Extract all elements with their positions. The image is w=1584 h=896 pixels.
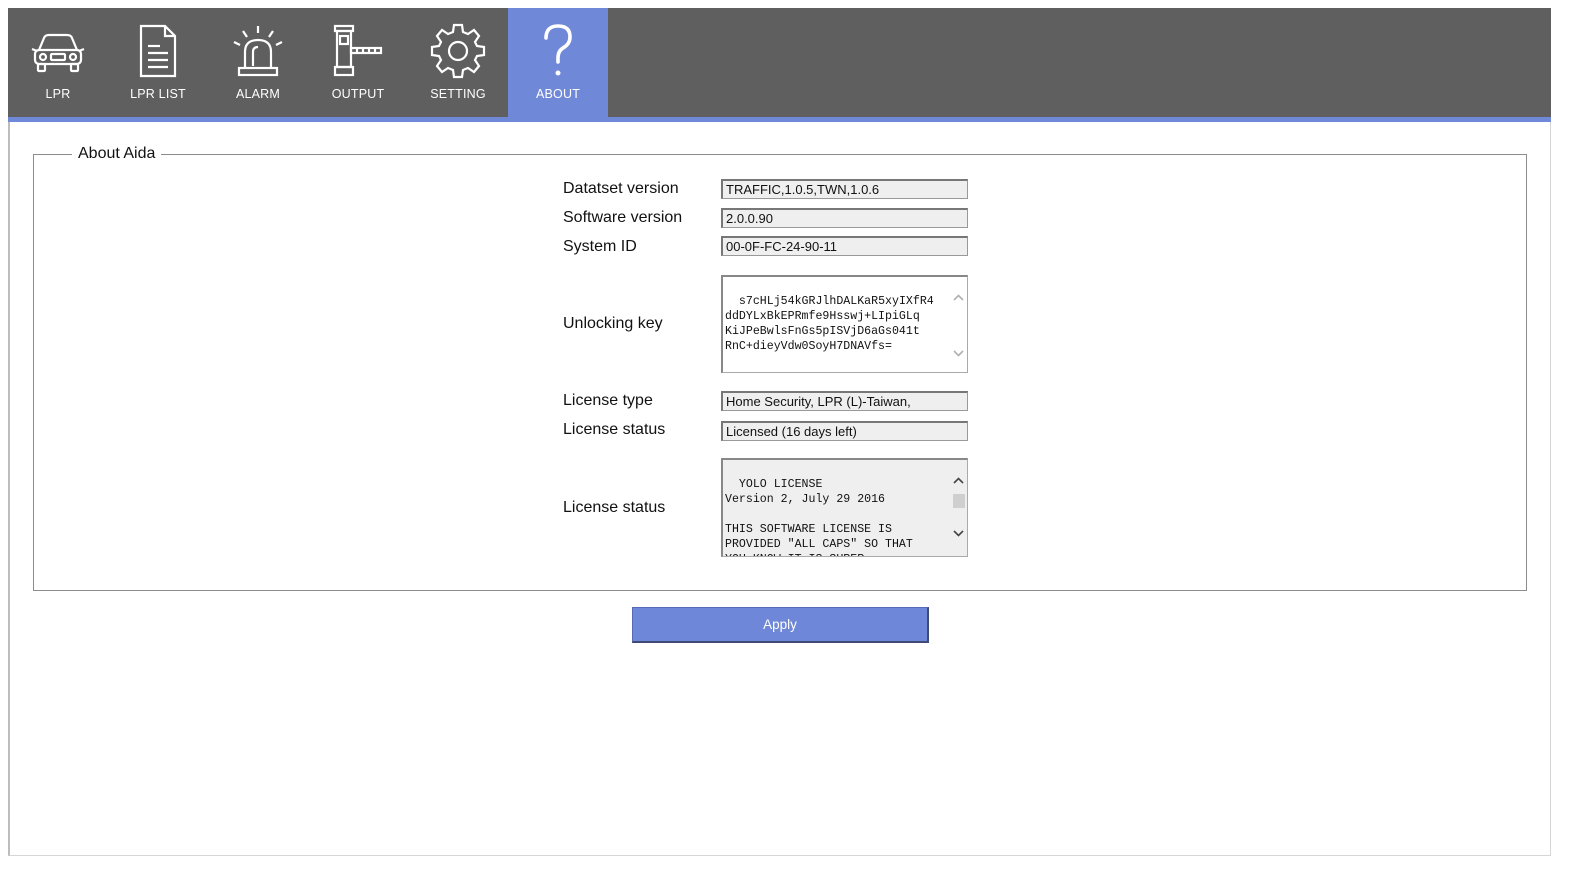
- nav-item-alarm[interactable]: ALARM: [208, 8, 308, 118]
- license-text: YOLO LICENSE Version 2, July 29 2016 THI…: [725, 478, 913, 556]
- nav-item-setting[interactable]: SETTING: [408, 8, 508, 118]
- scroll-up-icon[interactable]: [951, 291, 966, 305]
- car-icon: [31, 33, 85, 73]
- scroll-thumb[interactable]: [953, 494, 965, 508]
- gear-icon: [430, 23, 486, 79]
- license-text-textarea[interactable]: YOLO LICENSE Version 2, July 29 2016 THI…: [721, 458, 968, 557]
- software-version-label: Software version: [563, 209, 683, 226]
- nav-item-output[interactable]: OUTPUT: [308, 8, 408, 118]
- apply-button[interactable]: Apply: [632, 607, 929, 643]
- nav-item-lpr-list[interactable]: LPR LIST: [108, 8, 208, 118]
- scroll-up-icon[interactable]: [951, 474, 966, 488]
- nav-label: LPR: [45, 87, 71, 101]
- nav-label: ABOUT: [535, 87, 581, 101]
- unlocking-key-scrollbar[interactable]: [950, 277, 967, 372]
- question-icon: [544, 24, 572, 76]
- license-text-scrollbar[interactable]: [950, 460, 967, 556]
- license-type-field[interactable]: Home Security, LPR (L)-Taiwan,: [721, 391, 968, 411]
- alarm-siren-icon: [233, 26, 283, 77]
- nav-label: ALARM: [235, 87, 281, 101]
- unlocking-key-text: s7cHLj54kGRJlhDALKaR5xyIXfR4 ddDYLxBkEPR…: [725, 295, 934, 353]
- document-icon: [139, 24, 177, 78]
- license-status-field[interactable]: Licensed (16 days left): [721, 421, 968, 441]
- system-id-label: System ID: [563, 238, 637, 255]
- scroll-down-icon[interactable]: [951, 346, 966, 360]
- nav-item-about[interactable]: ABOUT: [508, 8, 608, 118]
- license-text-label: License status: [563, 499, 666, 516]
- dataset-version-label: Datatset version: [563, 180, 679, 197]
- license-status-label: License status: [563, 421, 666, 438]
- scroll-down-icon[interactable]: [951, 526, 966, 540]
- dataset-version-field[interactable]: TRAFFIC,1.0.5,TWN,1.0.6: [721, 179, 968, 199]
- software-version-field[interactable]: 2.0.0.90: [721, 208, 968, 228]
- panel-title: About Aida: [72, 145, 162, 163]
- nav-label: SETTING: [430, 87, 486, 101]
- unlocking-key-textarea[interactable]: s7cHLj54kGRJlhDALKaR5xyIXfR4 ddDYLxBkEPR…: [721, 275, 968, 373]
- nav-item-lpr[interactable]: LPR: [8, 8, 108, 118]
- system-id-field[interactable]: 00-0F-FC-24-90-11: [721, 236, 968, 256]
- nav-label: OUTPUT: [331, 87, 385, 101]
- unlocking-key-label: Unlocking key: [563, 315, 663, 332]
- license-type-label: License type: [563, 392, 653, 409]
- nav-label: LPR LIST: [130, 87, 186, 101]
- barrier-gate-icon: [333, 24, 383, 77]
